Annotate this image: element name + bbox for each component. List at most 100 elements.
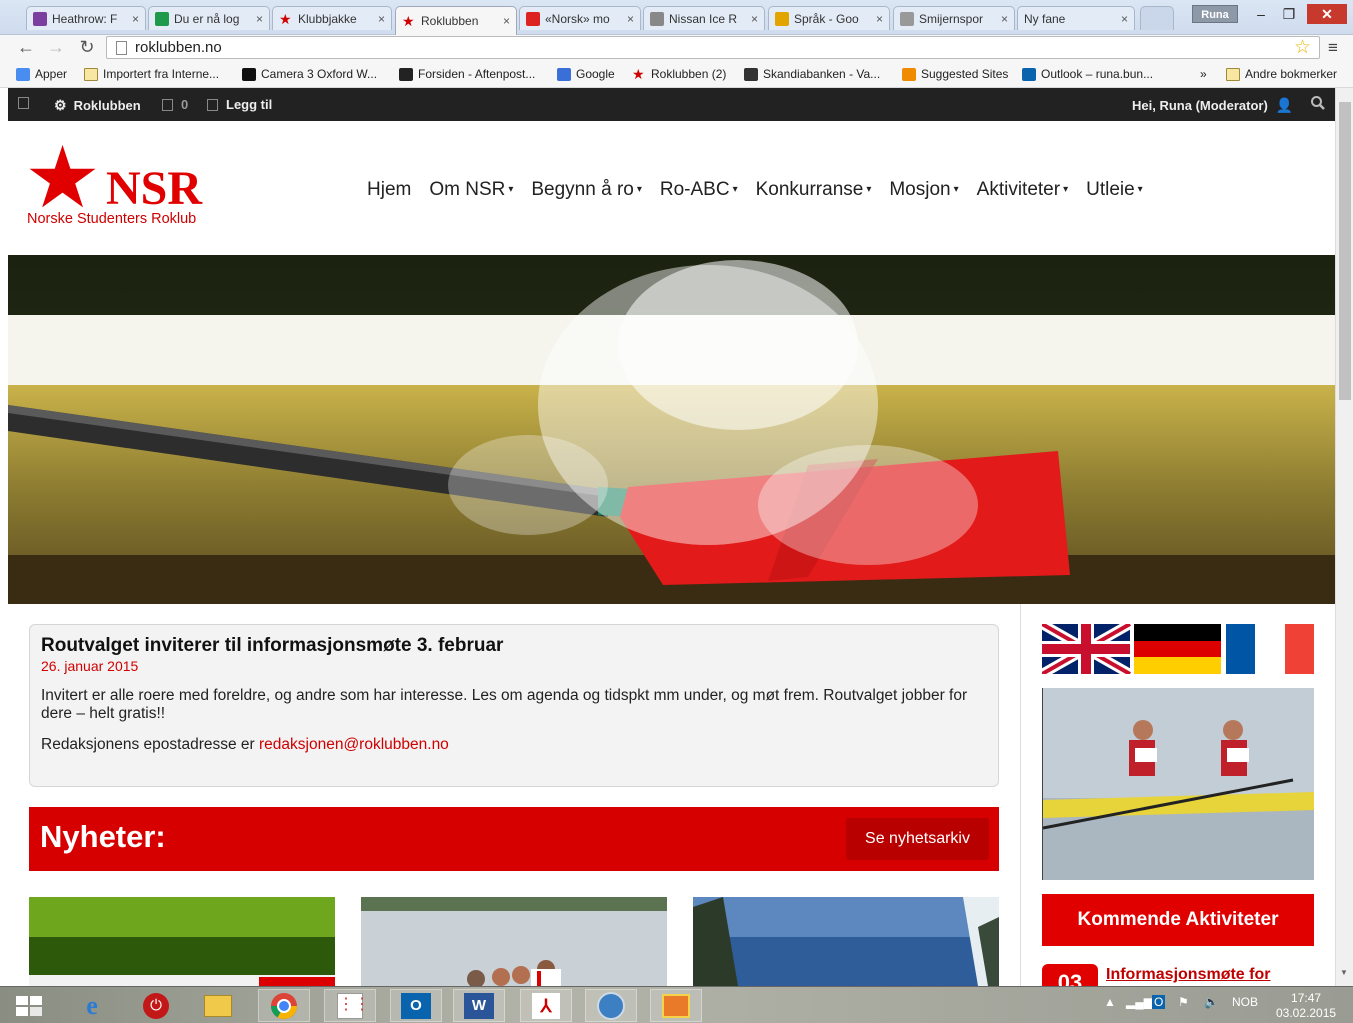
news-archive-button[interactable]: Se nyhetsarkiv: [846, 818, 989, 860]
nav-item-6[interactable]: Aktiviteter ▾: [977, 179, 1068, 201]
forward-button[interactable]: →: [44, 37, 68, 58]
event-title-link[interactable]: Informasjonsmøte for: [1106, 966, 1270, 984]
outlook-tray-icon[interactable]: O: [1152, 995, 1166, 1009]
nav-item-5[interactable]: Mosjon ▾: [889, 179, 958, 201]
bookmark-star-icon[interactable]: ☆: [1294, 36, 1311, 59]
tab-close-icon[interactable]: ×: [378, 12, 385, 26]
nav-item-7[interactable]: Utleie ▾: [1086, 179, 1143, 201]
input-language[interactable]: NOB: [1232, 995, 1258, 1009]
browser-tab[interactable]: Du er nå log ×: [148, 6, 270, 30]
german-flag-icon[interactable]: [1134, 624, 1221, 674]
tab-close-icon[interactable]: ×: [751, 12, 758, 26]
bookmark-label: Google: [576, 67, 615, 81]
bookmarks-overflow[interactable]: »: [1200, 67, 1207, 81]
french-flag-icon[interactable]: [1226, 624, 1314, 674]
internet-explorer-icon[interactable]: e: [66, 989, 118, 1022]
browser-tab[interactable]: Smijernspor ×: [893, 6, 1015, 30]
admin-comments-link[interactable]: 0: [162, 97, 188, 112]
new-tab-button[interactable]: [1140, 6, 1174, 30]
notice-body: Invitert er alle roere med foreldre, og …: [41, 687, 968, 722]
outlook-taskbar-icon[interactable]: O: [390, 989, 442, 1022]
browser-tab[interactable]: ★ Roklubben ×: [395, 6, 517, 35]
upcoming-activities-button[interactable]: Kommende Aktiviteter: [1042, 894, 1314, 946]
nav-item-3[interactable]: Ro-ABC ▾: [660, 179, 738, 201]
tab-close-icon[interactable]: ×: [627, 12, 634, 26]
notice-title[interactable]: Routvalget inviterer til informasjonsmøt…: [41, 635, 987, 657]
tab-close-icon[interactable]: ×: [256, 12, 263, 26]
chrome-taskbar-icon[interactable]: [258, 989, 310, 1022]
bookmark-item[interactable]: Google: [557, 67, 615, 81]
nav-item-4[interactable]: Konkurranse ▾: [756, 179, 872, 201]
bookmark-item[interactable]: Suggested Sites: [902, 67, 1008, 81]
browser-tab[interactable]: Ny fane ×: [1017, 6, 1135, 30]
contact-email-link[interactable]: redaksjonen@roklubben.no: [259, 736, 449, 753]
news-thumbnail-2[interactable]: [361, 897, 667, 986]
bookmark-item[interactable]: Forsiden - Aftenpost...: [399, 67, 535, 81]
tab-close-icon[interactable]: ×: [1121, 12, 1128, 26]
network-app-icon[interactable]: [585, 989, 637, 1022]
admin-add-new-link[interactable]: Legg til: [207, 97, 272, 112]
action-center-flag-icon[interactable]: ⚑: [1178, 995, 1189, 1009]
tab-title: Ny fane: [1024, 11, 1066, 26]
start-button[interactable]: [4, 989, 54, 1022]
maximize-button[interactable]: ❐: [1274, 4, 1304, 24]
nav-item-1[interactable]: Om NSR ▾: [429, 179, 513, 201]
scroll-down-icon[interactable]: ▼: [1340, 968, 1348, 977]
powerpoint-taskbar-icon[interactable]: [650, 989, 702, 1022]
admin-site-link[interactable]: ⚙ Roklubben: [54, 97, 141, 114]
other-bookmarks[interactable]: Andre bokmerker: [1226, 67, 1337, 81]
tray-expand-icon[interactable]: ▲: [1104, 995, 1116, 1009]
apps-grid-icon[interactable]: ⋮⋮: [324, 989, 376, 1022]
system-clock[interactable]: 17:47 03.02.2015: [1276, 991, 1336, 1021]
wp-logo-icon[interactable]: [18, 97, 37, 109]
tab-close-icon[interactable]: ×: [503, 14, 510, 28]
admin-search-icon[interactable]: [1310, 95, 1326, 111]
power-icon[interactable]: ⏻: [130, 989, 182, 1022]
file-explorer-icon[interactable]: [192, 989, 244, 1022]
nav-item-label: Ro-ABC: [659, 179, 730, 200]
browser-tab[interactable]: ★ Klubbjakke ×: [272, 6, 392, 30]
browser-tab[interactable]: «Norsk» mo ×: [519, 6, 641, 30]
page-scrollbar[interactable]: ▼: [1335, 88, 1353, 986]
volume-icon[interactable]: 🔈: [1204, 995, 1219, 1009]
browser-tab[interactable]: Nissan Ice R ×: [643, 6, 765, 30]
clock-date: 03.02.2015: [1276, 1006, 1337, 1020]
tab-close-icon[interactable]: ×: [876, 12, 883, 26]
tab-title: Nissan Ice R: [669, 11, 738, 26]
page-icon: [900, 11, 914, 26]
word-taskbar-icon[interactable]: W: [453, 989, 505, 1022]
bookmarks-bar: Apper Importert fra Interne... Camera 3 Ox…: [0, 62, 1353, 88]
url-input[interactable]: roklubben.no: [106, 36, 1320, 59]
admin-account-menu[interactable]: Hei, Runa (Moderator) 👤: [1132, 97, 1293, 114]
nav-item-0[interactable]: Hjem: [367, 179, 411, 201]
nav-item-2[interactable]: Begynn å ro ▾: [531, 179, 642, 201]
acrobat-taskbar-icon[interactable]: ⅄: [520, 989, 572, 1022]
uk-flag-icon[interactable]: [1039, 619, 1133, 679]
scrollbar-thumb[interactable]: [1339, 102, 1351, 400]
bookmark-item[interactable]: Outlook – runa.bun...: [1022, 67, 1153, 81]
minimize-button[interactable]: –: [1246, 4, 1276, 24]
skandia-icon: [744, 67, 758, 81]
news-header: Nyheter: Se nyhetsarkiv: [29, 807, 999, 871]
bookmark-item[interactable]: ★ Roklubben (2): [632, 67, 726, 82]
profile-button[interactable]: Runa: [1192, 5, 1238, 23]
news-heading: Nyheter:: [40, 819, 166, 854]
signal-icon[interactable]: ▂▄▆: [1126, 995, 1153, 1009]
browser-tab[interactable]: Heathrow: F ×: [26, 6, 146, 30]
tab-title: Roklubben: [421, 14, 479, 28]
chrome-menu-icon[interactable]: ≡: [1328, 38, 1338, 58]
browser-tab[interactable]: Språk - Goo ×: [768, 6, 890, 30]
bookmark-item[interactable]: Apper: [16, 67, 67, 81]
close-window-button[interactable]: ✕: [1307, 4, 1347, 24]
tab-close-icon[interactable]: ×: [132, 12, 139, 26]
bookmark-item[interactable]: Camera 3 Oxford W...: [242, 67, 377, 81]
tab-close-icon[interactable]: ×: [1001, 12, 1008, 26]
back-button[interactable]: ←: [14, 37, 38, 58]
hero-image-oar-splash: [8, 255, 1335, 604]
chevron-down-icon: ▾: [1063, 184, 1069, 196]
news-thumbnail-1[interactable]: [29, 897, 335, 986]
news-thumbnail-3[interactable]: [693, 897, 999, 986]
bookmark-item[interactable]: Importert fra Interne...: [84, 67, 219, 81]
reload-button[interactable]: ↻: [75, 37, 99, 58]
bookmark-item[interactable]: Skandiabanken - Va...: [744, 67, 880, 81]
